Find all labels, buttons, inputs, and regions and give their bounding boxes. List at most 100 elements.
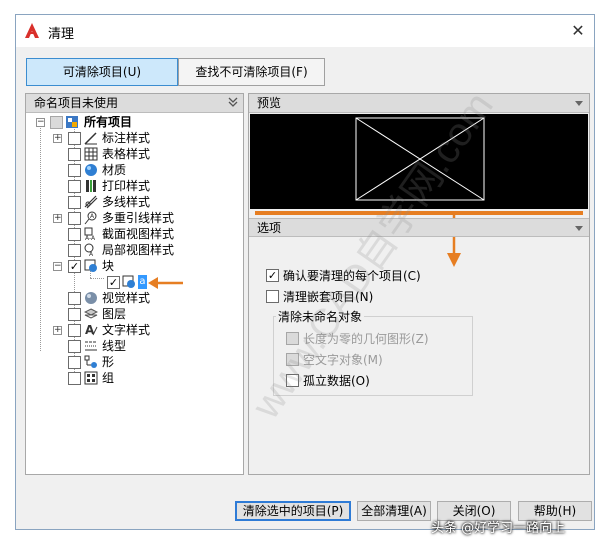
- linetype-icon: [85, 341, 97, 351]
- tree-label: 视觉样式: [102, 291, 151, 305]
- tree-row-all-items[interactable]: − 所有项目: [26, 114, 244, 130]
- purge-selected-button[interactable]: 清除选中的项目(P): [235, 501, 351, 521]
- purge-nested-label: 清理嵌套项目(N): [283, 290, 374, 304]
- tree-checkbox[interactable]: [68, 292, 81, 305]
- preview-options-panel: 预览 选项 ✓ 确认要清理的每个项目(C) 清理嵌套项目(N) 清除未命名对象 …: [248, 93, 590, 475]
- options-header-label: 选项: [257, 221, 282, 235]
- items-tree: − 所有项目 + 标注样式 表格样式 材质 打印样式 多线样式 + A 多重引线…: [26, 114, 243, 474]
- shape-icon: [84, 355, 97, 368]
- tree-checkbox[interactable]: [68, 196, 81, 209]
- tree-label: 文字样式: [102, 323, 151, 337]
- expand-toggle[interactable]: −: [53, 262, 62, 271]
- tree-label: 形: [102, 355, 115, 369]
- purge-nested-checkbox[interactable]: [266, 290, 279, 303]
- close-icon[interactable]: ✕: [566, 19, 590, 43]
- tree-checkbox[interactable]: [68, 180, 81, 193]
- unnamed-objects-group-label: 清除未命名对象: [276, 308, 365, 325]
- tree-label: 多重引线样式: [102, 211, 175, 225]
- options-header: 选项: [249, 218, 589, 237]
- tree-row-detail-view-style[interactable]: A 局部视图样式: [26, 242, 244, 258]
- table-style-icon: [84, 147, 98, 161]
- confirm-each-label: 确认要清理的每个项目(C): [283, 269, 421, 283]
- tree-checkbox[interactable]: [68, 148, 81, 161]
- purge-all-button[interactable]: 全部清理(A): [357, 501, 431, 521]
- tree-label: 线型: [102, 339, 127, 353]
- tree-checkbox[interactable]: [68, 356, 81, 369]
- expand-toggle[interactable]: −: [36, 118, 45, 127]
- tree-row-linetype[interactable]: 线型: [26, 338, 244, 354]
- section-view-style-icon: A-A: [84, 227, 96, 241]
- detail-view-style-icon: A: [84, 243, 94, 257]
- tree-checkbox[interactable]: [68, 340, 81, 353]
- tree-label: 所有项目: [84, 115, 133, 129]
- orphaned-data-label: 孤立数据(O): [303, 374, 370, 388]
- tree-row-section-view-style[interactable]: A-A 截面视图样式: [26, 226, 244, 242]
- autocad-logo-icon: [25, 23, 39, 38]
- tree-checkbox[interactable]: [68, 244, 81, 257]
- tree-checkbox[interactable]: [68, 372, 81, 385]
- tree-row-block[interactable]: − ✓ 块: [26, 258, 244, 274]
- tree-row-text-style[interactable]: + A 文字样式: [26, 322, 244, 338]
- collapse-triangle-icon[interactable]: [575, 226, 583, 231]
- tree-row-table-style[interactable]: 表格样式: [26, 146, 244, 162]
- block-icon: [84, 259, 97, 272]
- tree-label: 打印样式: [102, 179, 151, 193]
- expand-toggle[interactable]: +: [53, 134, 62, 143]
- tree-checkbox[interactable]: [68, 164, 81, 177]
- preview-thumbnail: [355, 117, 485, 201]
- tree-checkbox-checked[interactable]: ✓: [68, 260, 81, 273]
- tree-checkbox[interactable]: [68, 212, 81, 225]
- tree-row-plot-style[interactable]: 打印样式: [26, 178, 244, 194]
- tree-label: 截面视图样式: [102, 227, 175, 241]
- tree-label: 组: [102, 371, 115, 385]
- tree-checkbox[interactable]: [68, 324, 81, 337]
- visual-style-icon: [85, 292, 97, 304]
- orphaned-data-checkbox[interactable]: [286, 374, 299, 387]
- tree-row-group[interactable]: 组: [26, 370, 244, 386]
- tree-row-visual-style[interactable]: 视觉样式: [26, 290, 244, 306]
- named-items-header-label: 命名项目未使用: [34, 96, 119, 110]
- tree-row-multiline-style[interactable]: 多线样式: [26, 194, 244, 210]
- tree-label: 块: [102, 259, 115, 273]
- tree-row-layer[interactable]: 图层: [26, 306, 244, 322]
- tree-label: 标注样式: [102, 131, 151, 145]
- mleader-style-icon: A: [84, 211, 97, 225]
- preview-header-label: 预览: [257, 96, 282, 110]
- tree-row-shape[interactable]: 形: [26, 354, 244, 370]
- selected-block-name[interactable]: a: [138, 275, 147, 289]
- highlight-bar: [255, 211, 583, 215]
- expand-toggle[interactable]: +: [53, 214, 62, 223]
- named-items-header: 命名项目未使用: [26, 94, 243, 113]
- pointer-arrow-icon: [148, 277, 183, 289]
- tree-label: 图层: [102, 307, 127, 321]
- svg-text:A: A: [89, 251, 94, 257]
- collapse-chevron-icon[interactable]: [227, 96, 239, 114]
- tab-non-purgeable-items[interactable]: 查找不可清除项目(F): [178, 58, 325, 86]
- title-bar: 清理 ✕: [16, 15, 594, 47]
- expand-toggle[interactable]: +: [53, 326, 62, 335]
- plot-style-icon: [86, 180, 96, 192]
- window-title: 清理: [48, 27, 75, 42]
- all-items-checkbox[interactable]: [50, 116, 63, 129]
- tree-row-material[interactable]: 材质: [26, 162, 244, 178]
- collapse-triangle-icon[interactable]: [575, 101, 583, 106]
- layer-icon: [84, 308, 98, 319]
- tree-row-dimension-style[interactable]: + 标注样式: [26, 130, 244, 146]
- tree-checkbox[interactable]: [68, 132, 81, 145]
- block-item-icon: [122, 275, 135, 288]
- tree-row-mleader-style[interactable]: + A 多重引线样式: [26, 210, 244, 226]
- tree-checkbox[interactable]: [68, 308, 81, 321]
- confirm-each-checkbox[interactable]: ✓: [266, 269, 279, 282]
- material-icon: [85, 164, 97, 176]
- purge-dialog: 清理 ✕ 可清除项目(U) 查找不可清除项目(F) 命名项目未使用 − 所有项目: [15, 14, 595, 530]
- text-style-icon: A: [85, 323, 98, 337]
- tree-checkbox-checked[interactable]: ✓: [107, 276, 120, 289]
- tree-checkbox[interactable]: [68, 228, 81, 241]
- preview-area: [250, 114, 588, 209]
- empty-text-checkbox: [286, 353, 299, 366]
- tree-row-block-item[interactable]: ✓ a: [26, 274, 244, 290]
- tab-purgeable-items[interactable]: 可清除项目(U): [26, 58, 178, 86]
- svg-text:A-A: A-A: [85, 235, 96, 241]
- tree-label: 表格样式: [102, 147, 151, 161]
- zero-length-label: 长度为零的几何图形(Z): [303, 332, 429, 346]
